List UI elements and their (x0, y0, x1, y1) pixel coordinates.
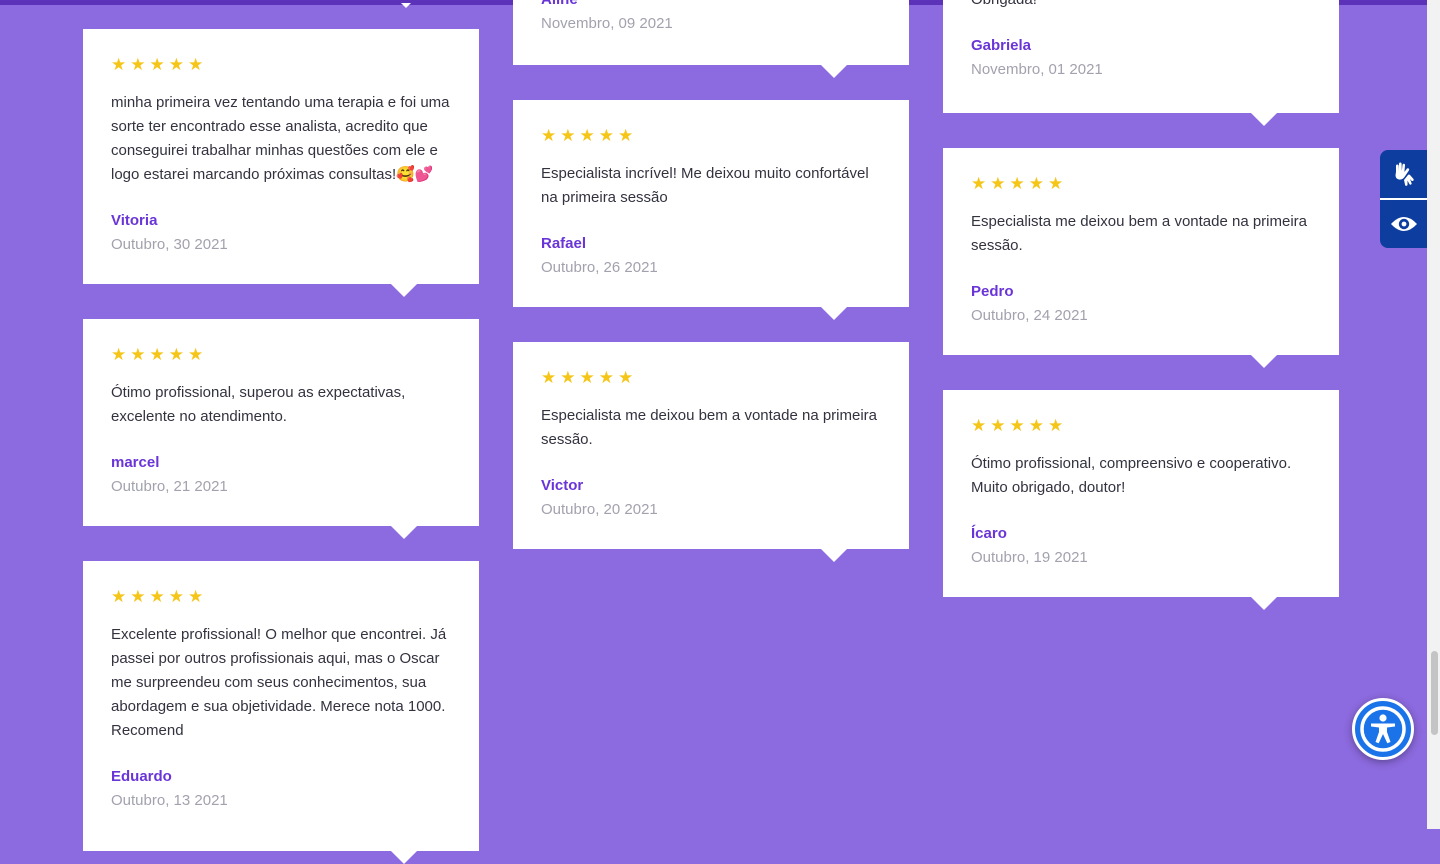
review-date: Outubro, 30 2021 (111, 236, 228, 253)
star-rating: ★ ★ ★ ★ ★ (971, 416, 1311, 435)
star-icon: ★ (149, 55, 165, 74)
star-icon: ★ (168, 55, 184, 74)
star-icon: ★ (130, 55, 146, 74)
review-card: ★ ★ ★ ★ ★ Ótimo profissional, superou as… (83, 319, 479, 539)
scrollbar-thumb[interactable] (1431, 651, 1438, 735)
star-icon: ★ (990, 174, 1006, 193)
review-author: Rafael (541, 235, 587, 252)
accessibility-menu-button[interactable] (1352, 698, 1414, 760)
review-author: Vitoria (111, 212, 158, 229)
star-icon: ★ (971, 416, 987, 435)
review-author: Gabriela (971, 37, 1032, 54)
star-icon: ★ (618, 126, 634, 145)
review-text: Obrigada! (971, 0, 1311, 12)
star-icon: ★ (598, 368, 614, 387)
star-icon: ★ (1009, 174, 1025, 193)
review-card: ★ ★ ★ ★ ★ Especialista me deixou bem a v… (513, 342, 909, 562)
review-date: Outubro, 24 2021 (971, 307, 1088, 324)
star-icon: ★ (1028, 174, 1044, 193)
star-icon: ★ (560, 126, 576, 145)
review-author: marcel (111, 454, 160, 471)
review-author: Ícaro (971, 525, 1007, 542)
review-author: Victor (541, 477, 584, 494)
star-icon: ★ (168, 587, 184, 606)
star-icon: ★ (111, 55, 127, 74)
review-author: Eduardo (111, 768, 172, 785)
review-text: Ótimo profissional, compreensivo e coope… (971, 455, 1292, 496)
star-icon: ★ (111, 345, 127, 364)
review-author: Aline (541, 0, 881, 12)
review-text: Especialista me deixou bem a vontade na … (971, 213, 1308, 254)
star-icon: ★ (990, 416, 1006, 435)
star-icon: ★ (111, 587, 127, 606)
star-icon: ★ (188, 345, 204, 364)
review-date: Outubro, 26 2021 (541, 259, 658, 276)
star-icon: ★ (1048, 174, 1064, 193)
star-rating: ★ ★ ★ ★ ★ (111, 345, 451, 364)
star-icon: ★ (149, 587, 165, 606)
star-icon: ★ (971, 174, 987, 193)
review-text: Ótimo profissional, superou as expectati… (111, 384, 406, 425)
star-rating: ★ ★ ★ ★ ★ (541, 368, 881, 387)
star-rating: ★ ★ ★ ★ ★ (541, 126, 881, 145)
eye-icon (1390, 217, 1417, 231)
review-date: Outubro, 19 2021 (971, 549, 1088, 566)
star-icon: ★ (1009, 416, 1025, 435)
star-rating: ★ ★ ★ ★ ★ (971, 174, 1311, 193)
star-icon: ★ (541, 368, 557, 387)
star-icon: ★ (598, 126, 614, 145)
review-date: Novembro, 01 2021 (971, 61, 1103, 78)
review-text: Excelente profissional! O melhor que enc… (111, 626, 447, 739)
review-text: minha primeira vez tentando uma terapia … (111, 94, 450, 183)
visual-accessibility-button[interactable] (1380, 198, 1427, 248)
review-date: Outubro, 20 2021 (541, 501, 658, 518)
review-date: Novembro, 09 2021 (541, 15, 673, 32)
accessibility-icon (1360, 706, 1406, 752)
star-rating: ★ ★ ★ ★ ★ (111, 55, 451, 74)
star-icon: ★ (130, 587, 146, 606)
review-card: ★ ★ ★ ★ ★ Especialista incrível! Me deix… (513, 100, 909, 320)
accessibility-toolbar (1380, 150, 1427, 248)
review-date: Outubro, 13 2021 (111, 792, 228, 809)
review-card: ★ ★ ★ ★ ★ Especialista me deixou bem a v… (943, 148, 1339, 368)
star-icon: ★ (149, 345, 165, 364)
top-pointer (401, 3, 411, 8)
star-icon: ★ (579, 126, 595, 145)
star-icon: ★ (130, 345, 146, 364)
star-icon: ★ (188, 587, 204, 606)
review-card: ★ ★ ★ ★ ★ Ótimo profissional, compreensi… (943, 390, 1339, 610)
review-card: Obrigada! Gabriela Novembro, 01 2021 (943, 0, 1339, 126)
star-icon: ★ (560, 368, 576, 387)
star-icon: ★ (579, 368, 595, 387)
star-icon: ★ (1028, 416, 1044, 435)
star-icon: ★ (618, 368, 634, 387)
review-card: Aline Novembro, 09 2021 (513, 0, 909, 78)
star-rating: ★ ★ ★ ★ ★ (111, 587, 451, 606)
review-text: Especialista incrível! Me deixou muito c… (541, 165, 869, 206)
review-text: Especialista me deixou bem a vontade na … (541, 407, 878, 448)
star-icon: ★ (541, 126, 557, 145)
review-date: Outubro, 21 2021 (111, 478, 228, 495)
star-icon: ★ (188, 55, 204, 74)
review-card: ★ ★ ★ ★ ★ Excelente profissional! O melh… (83, 561, 479, 864)
review-author: Pedro (971, 283, 1014, 300)
review-card: ★ ★ ★ ★ ★ minha primeira vez tentando um… (83, 29, 479, 297)
sign-language-icon (1395, 162, 1414, 186)
sign-language-button[interactable] (1380, 150, 1427, 198)
star-icon: ★ (168, 345, 184, 364)
star-icon: ★ (1048, 416, 1064, 435)
